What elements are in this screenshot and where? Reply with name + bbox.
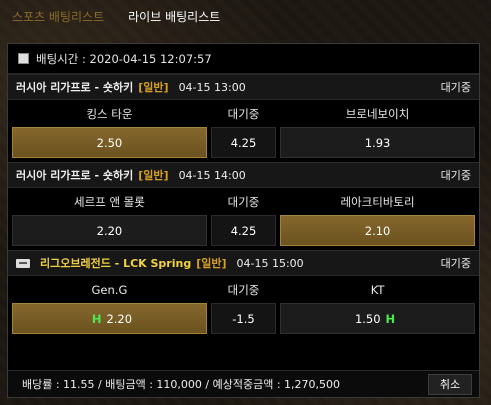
home-odds-button[interactable]: H 2.20 [12,303,207,334]
game-type: [일반] [138,169,169,182]
game-header: 러시아 리가프로 - 숏하키 [일반] 04-15 14:00 대기중 [8,162,479,188]
home-team-name: Gen.G [91,282,128,297]
game-time: 04-15 14:00 [178,168,246,182]
handicap-marker: H [385,312,396,326]
league-flag-icon [16,258,30,268]
team-labels-row: 킹스 타운 대기중 브로네보이치 [8,100,479,127]
team-labels-row: Gen.G 대기중 KT [8,276,479,303]
tab-sports-betting-list[interactable]: 스포츠 배팅리스트 [0,0,116,36]
away-odds-button[interactable]: 1.50 H [280,303,475,334]
team-labels-row: 세르프 앤 몰롯 대기중 레아크티바토리 [8,188,479,215]
draw-label: 대기중 [227,194,260,209]
handicap-value: -1.5 [210,303,277,334]
tab-bar: 스포츠 배팅리스트 라이브 배팅리스트 [0,0,491,36]
home-team-name: 세르프 앤 몰롯 [74,194,145,209]
odds-row: H 2.20 -1.5 1.50 H [8,303,479,336]
game-status: 대기중 [440,257,471,270]
bet-summary-text: 배당률 : 11.55 / 배팅금액 : 110,000 / 예상적중금액 : … [22,378,341,391]
away-team-name: 레아크티바토리 [340,194,415,209]
draw-odds: 4.25 [210,127,277,158]
draw-label: 대기중 [227,282,260,297]
away-odds-button[interactable]: 2.10 [280,215,475,246]
game-type: [일반] [196,257,227,270]
betting-list-panel: 배팅시간 : 2020-04-15 12:07:57 러시아 리가프로 - 숏하… [7,43,480,398]
game-type: [일반] [138,81,169,94]
home-team-name: 킹스 타운 [86,106,133,121]
odds-value: 1.50 [354,312,381,326]
draw-label: 대기중 [227,106,260,121]
away-team-name: 브로네보이치 [345,106,410,121]
league-name: 리그오브레전드 - LCK Spring [40,257,192,270]
odds-value: 2.20 [106,312,133,326]
draw-odds: 4.25 [210,215,277,246]
game-time: 04-15 13:00 [178,80,246,94]
bet-summary-bar: 배당률 : 11.55 / 배팅금액 : 110,000 / 예상적중금액 : … [8,370,479,397]
handicap-marker: H [91,312,102,326]
league-name: 러시아 리가프로 - 숏하키 [16,81,134,94]
game-header: 러시아 리가프로 - 숏하키 [일반] 04-15 13:00 대기중 [8,74,479,100]
game-header: 리그오브레전드 - LCK Spring [일반] 04-15 15:00 대기… [8,250,479,276]
home-odds-button[interactable]: 2.50 [12,127,207,158]
cancel-button[interactable]: 취소 [428,374,472,395]
game-status: 대기중 [440,81,471,94]
game-time: 04-15 15:00 [236,256,304,270]
odds-row: 2.20 4.25 2.10 [8,215,479,248]
away-odds-button[interactable]: 1.93 [280,127,475,158]
away-team-name: KT [370,282,385,297]
tab-live-betting-list[interactable]: 라이브 배팅리스트 [116,0,232,36]
select-checkbox[interactable] [18,53,29,64]
bet-time-bar: 배팅시간 : 2020-04-15 12:07:57 [8,44,479,74]
bet-time-text: 배팅시간 : 2020-04-15 12:07:57 [36,51,212,66]
odds-row: 2.50 4.25 1.93 [8,127,479,160]
home-odds-button[interactable]: 2.20 [12,215,207,246]
league-name: 러시아 리가프로 - 숏하키 [16,169,134,182]
game-status: 대기중 [440,169,471,182]
